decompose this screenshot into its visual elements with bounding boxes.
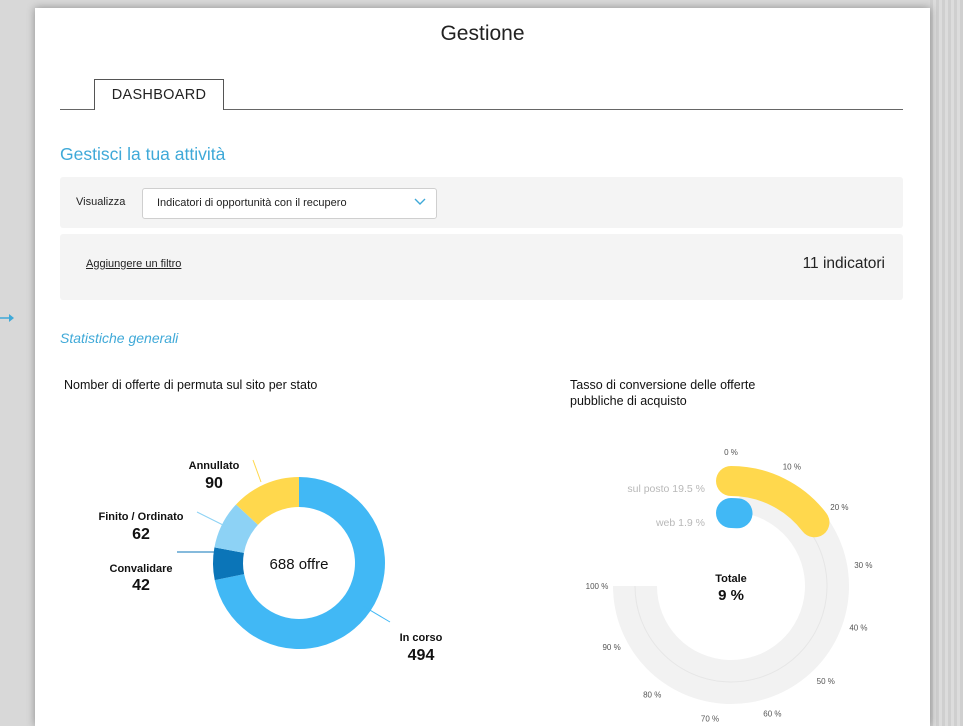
chart2-title: Tasso di conversione delle offerte pubbl… — [570, 378, 756, 408]
filter-bar: Aggiungere un filtro 11 indicatori — [60, 234, 903, 300]
leader-annullato — [252, 459, 262, 483]
donut-center-label: 688 offre — [270, 556, 329, 573]
radial-tick-label: 70 % — [701, 714, 719, 723]
arrow-indicator-icon — [0, 314, 14, 322]
view-toolbar: Visualizza Indicatori di opportunità con… — [60, 177, 903, 228]
radial-tick-label: 0 % — [724, 448, 738, 457]
view-select-value: Indicatori di opportunità con il recuper… — [157, 197, 347, 209]
section-title: Gestisci la tua attività — [60, 144, 226, 164]
radial-tick-label: 20 % — [830, 503, 848, 512]
radial-tick-label: 40 % — [849, 623, 867, 632]
stats-title: Statistiche generali — [60, 330, 179, 346]
slice-label-finito: Finito / Ordinato — [99, 511, 184, 523]
radial-tick-label: 30 % — [854, 561, 872, 570]
tab-dashboard[interactable]: DASHBOARD — [94, 79, 224, 110]
view-select[interactable]: Indicatori di opportunità con il recuper… — [142, 188, 437, 219]
donut-chart: 688 offre Annullato 90 Finito / Ordinato… — [99, 459, 443, 664]
indicator-count: 11 indicatori — [802, 255, 885, 272]
radial-tick-label: 10 % — [783, 463, 801, 472]
series-label-sul-posto: sul posto 19.5 % — [627, 483, 705, 495]
radial-tick-label: 80 % — [643, 690, 661, 699]
main-panel: Gestione DASHBOARD Gestisci la tua attiv… — [35, 8, 930, 726]
slice-label-convalidare: Convalidare — [110, 563, 173, 575]
view-label: Visualizza — [76, 196, 126, 208]
slice-value-annullato: 90 — [205, 475, 223, 492]
background-stripes — [930, 0, 963, 726]
total-value: 9 % — [718, 587, 744, 604]
slice-label-annullato: Annullato — [189, 460, 240, 472]
total-label: Totale — [715, 573, 747, 585]
radial-tick-label: 60 % — [763, 709, 781, 718]
page-title: Gestione — [440, 22, 525, 45]
chart1-title: Nomber di offerte di permuta sul sito pe… — [64, 378, 318, 392]
slice-value-in-corso: 494 — [408, 647, 435, 664]
radial-tick-label: 90 % — [602, 643, 620, 652]
radial-tick-label: 50 % — [817, 677, 835, 686]
slice-label-in-corso: In corso — [400, 632, 443, 644]
radial-bar-chart: 0 % 10 % 20 % 30 % 40 % 50 % 60 % 70 % 80 % 90 % 1… — [586, 448, 873, 723]
add-filter-link[interactable]: Aggiungere un filtro — [86, 258, 181, 270]
slice-value-finito: 62 — [132, 526, 150, 543]
slice-value-convalidare: 42 — [132, 577, 150, 594]
radial-tick-label: 100 % — [586, 582, 609, 591]
chevron-down-icon — [414, 198, 426, 205]
series-label-web: web 1.9 % — [655, 517, 705, 529]
